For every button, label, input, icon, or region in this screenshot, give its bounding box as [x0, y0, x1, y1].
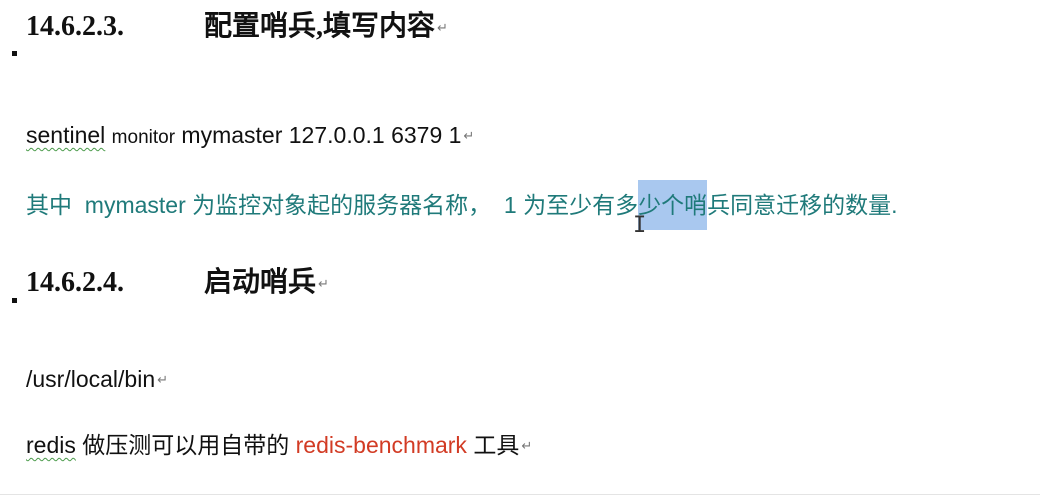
paragraph-return-icon: ↵ [437, 21, 448, 37]
explanation-number: 1 [503, 192, 517, 218]
heading-number: 14.6.2.3. [26, 11, 124, 42]
text-cursor-icon: I [633, 213, 647, 238]
paragraph-return-icon: ↵ [157, 373, 169, 389]
section-heading-14-6-2-3: 14.6.2.3. 配置哨兵,填写内容 ↵ [26, 4, 448, 44]
spellcheck-word: sentinel [26, 122, 106, 148]
section-heading-14-6-2-4: 14.6.2.4. 启动哨兵 ↵ [26, 260, 329, 300]
explanation-text: 其中 [26, 192, 72, 218]
spellcheck-word: redis [26, 432, 76, 458]
path-text: /usr/local/bin [26, 366, 156, 392]
config-line[interactable]: sentinel monitor mymaster 127.0.0.1 6379… [26, 122, 474, 149]
paragraph-bullet-icon [12, 298, 17, 303]
redis-line[interactable]: redis 做压测可以用自带的 redis-benchmark 工具 ↵ [26, 426, 532, 460]
heading-title: 启动哨兵 [204, 267, 317, 298]
explanation-text: 为至少有多 [523, 192, 639, 218]
heading-title: 配置哨兵,填写内容 [204, 11, 436, 42]
paragraph-return-icon: ↵ [521, 439, 533, 455]
redis-tool-name: redis-benchmark [295, 432, 467, 458]
redis-text: 工具 [473, 432, 520, 458]
paragraph-return-icon: ↵ [463, 129, 475, 145]
path-line[interactable]: /usr/local/bin ↵ [26, 366, 168, 393]
text-selection[interactable]: 少个哨 [638, 180, 708, 230]
redis-text: 做压测可以用自带的 [82, 432, 290, 458]
explanation-term: mymaster [84, 192, 186, 218]
explanation-text: 兵同意迁移的数量. [707, 192, 898, 218]
explanation-line[interactable]: 其中 mymaster 为监控对象起的服务器名称， 1 为至少有多少个哨兵同意迁… [26, 180, 898, 230]
explanation-text: 为监控对象起的服务器名称， [192, 192, 492, 218]
paragraph-return-icon: ↵ [318, 277, 329, 293]
page-edge-divider [0, 494, 1040, 495]
heading-number: 14.6.2.4. [26, 267, 124, 298]
config-keyword: monitor [111, 127, 176, 148]
paragraph-bullet-icon [12, 51, 17, 56]
config-args: mymaster 127.0.0.1 6379 1 [181, 122, 462, 148]
